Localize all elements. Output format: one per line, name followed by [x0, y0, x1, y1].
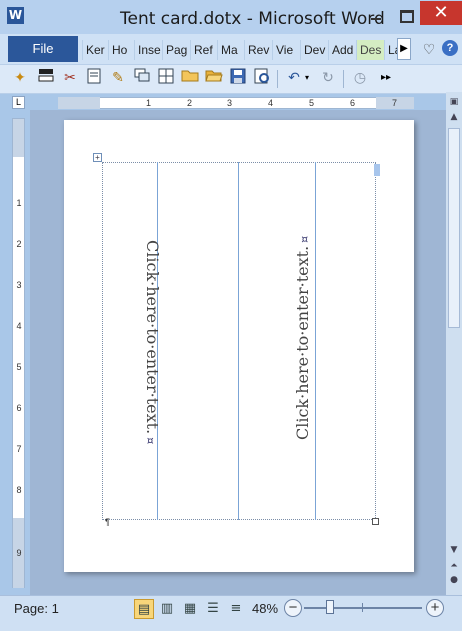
zoom-in-button[interactable]: + — [426, 599, 444, 617]
cell-selection-marker — [374, 164, 380, 176]
zoom-slider-center-tick — [362, 603, 363, 612]
scroll-down-icon[interactable]: ▼ — [448, 544, 460, 556]
draft-view-button[interactable]: ≡ — [226, 599, 246, 619]
window-icon[interactable] — [132, 68, 152, 88]
tab-scroll-right-button[interactable]: ▶ — [397, 38, 411, 60]
full-screen-reading-view-button[interactable]: ▥ — [157, 599, 177, 619]
table-resize-handle[interactable] — [372, 518, 379, 525]
ruler-toggle-icon[interactable]: ▣ — [448, 96, 460, 108]
horizontal-ruler[interactable] — [58, 97, 414, 109]
ruler-number: 2 — [187, 98, 193, 108]
bar-icon[interactable] — [36, 68, 56, 88]
minimize-ribbon-icon[interactable]: ♡ — [420, 40, 438, 58]
edit-page-icon[interactable]: ✎ — [108, 68, 128, 88]
scroll-up-icon[interactable]: ▲ — [448, 111, 460, 123]
bar-icon-graphic — [38, 69, 54, 82]
vruler-number: 2 — [16, 239, 22, 249]
page-count[interactable]: Page: 1 — [14, 601, 59, 616]
vruler-number: 9 — [16, 548, 22, 558]
print-preview-icon-graphic — [254, 68, 269, 84]
cell-end-mark: ¤ — [144, 437, 157, 445]
vruler-number: 4 — [16, 321, 22, 331]
minimize-button[interactable] — [362, 4, 390, 26]
grid-icon-graphic — [158, 68, 174, 84]
placeholder-text-left[interactable]: Click·here·to·enter·text. ¤ — [143, 240, 162, 444]
vruler-number: 1 — [16, 198, 22, 208]
vruler-top-margin — [13, 119, 24, 157]
web-layout-view-button[interactable]: ▦ — [180, 599, 200, 619]
folder-icon[interactable] — [180, 68, 200, 88]
wand-icon[interactable]: ✦ — [10, 68, 30, 88]
tab-kernel[interactable]: Ker — [82, 40, 108, 60]
tab-selector[interactable]: L — [12, 96, 25, 109]
maximize-icon — [400, 10, 414, 23]
undo-icon[interactable]: ↶ — [284, 68, 304, 88]
undo-dropdown-icon[interactable]: ▾ — [302, 68, 312, 88]
page-icon-graphic — [87, 68, 101, 84]
tab-review[interactable]: Rev — [244, 40, 272, 60]
ruler-number: 5 — [309, 98, 315, 108]
close-button[interactable]: ✕ — [420, 1, 462, 25]
vruler-number: 7 — [16, 444, 22, 454]
tools-icon[interactable]: ✂ — [60, 68, 80, 88]
table-column-border — [238, 162, 239, 520]
minimize-icon — [371, 18, 381, 20]
zoom-out-button[interactable]: − — [284, 599, 302, 617]
window-title: Tent card.dotx - Microsoft Word — [120, 9, 385, 29]
tab-design[interactable]: Des — [356, 40, 384, 60]
page-icon[interactable] — [84, 68, 104, 88]
paragraph-mark: ¶ — [105, 517, 110, 527]
ruler-number: 6 — [350, 98, 356, 108]
tab-page-layout[interactable]: Pag — [162, 40, 190, 60]
help-icon[interactable]: ? — [442, 40, 458, 56]
ruler-number: 4 — [268, 98, 274, 108]
outline-view-button[interactable]: ☰ — [203, 599, 223, 619]
redo-icon[interactable]: ↻ — [318, 68, 338, 88]
toolbar-separator-2 — [343, 70, 344, 88]
clock-icon[interactable]: ◷ — [350, 68, 370, 88]
tab-mailings[interactable]: Ma — [217, 40, 244, 60]
browse-object-icon[interactable]: ● — [448, 574, 460, 586]
vruler-number: 8 — [16, 485, 22, 495]
window-icon-graphic — [134, 68, 150, 82]
previous-page-icon[interactable]: ⏶ — [448, 560, 460, 572]
placeholder-label: Click·here·to·enter·text. — [293, 245, 312, 440]
tab-home[interactable]: Ho — [108, 40, 134, 60]
more-icon[interactable]: ▸▸ — [376, 68, 396, 88]
ruler-number: 7 — [392, 98, 398, 108]
tab-add-ins[interactable]: Add — [328, 40, 356, 60]
placeholder-text-right[interactable]: Click·here·to·enter·text. ¤ — [293, 236, 312, 440]
tab-layout[interactable]: La — [384, 40, 398, 60]
save-icon-graphic — [230, 68, 246, 84]
folder-icon-graphic — [181, 70, 199, 82]
tab-insert[interactable]: Inse — [134, 40, 162, 60]
ruler-number: 1 — [146, 98, 152, 108]
tab-references[interactable]: Ref — [190, 40, 217, 60]
zoom-slider-track[interactable] — [304, 607, 422, 609]
ruler-number: 3 — [227, 98, 233, 108]
table-column-border — [315, 162, 316, 520]
open-folder-icon-graphic — [205, 70, 223, 82]
tab-view[interactable]: Vie — [272, 40, 300, 60]
vruler-number: 3 — [16, 280, 22, 290]
cell-end-mark: ¤ — [298, 235, 311, 243]
maximize-button[interactable] — [392, 4, 420, 26]
toolbar-separator — [277, 70, 278, 88]
vruler-number: 6 — [16, 403, 22, 413]
zoom-level[interactable]: 48% — [252, 601, 278, 616]
print-preview-icon[interactable] — [252, 68, 272, 88]
tab-file[interactable]: File — [8, 36, 78, 62]
save-icon[interactable] — [228, 68, 248, 88]
placeholder-label: Click·here·to·enter·text. — [143, 240, 162, 435]
table-move-handle[interactable]: + — [93, 153, 102, 162]
open-folder-icon[interactable] — [204, 68, 224, 88]
scroll-thumb[interactable] — [448, 128, 460, 328]
grid-icon[interactable] — [156, 68, 176, 88]
print-layout-view-button[interactable]: ▤ — [134, 599, 154, 619]
word-app-icon[interactable]: W — [7, 7, 24, 24]
ruler-left-margin — [58, 97, 100, 109]
zoom-slider-thumb[interactable] — [326, 600, 334, 614]
vruler-number: 5 — [16, 362, 22, 372]
tab-developer[interactable]: Dev — [300, 40, 328, 60]
